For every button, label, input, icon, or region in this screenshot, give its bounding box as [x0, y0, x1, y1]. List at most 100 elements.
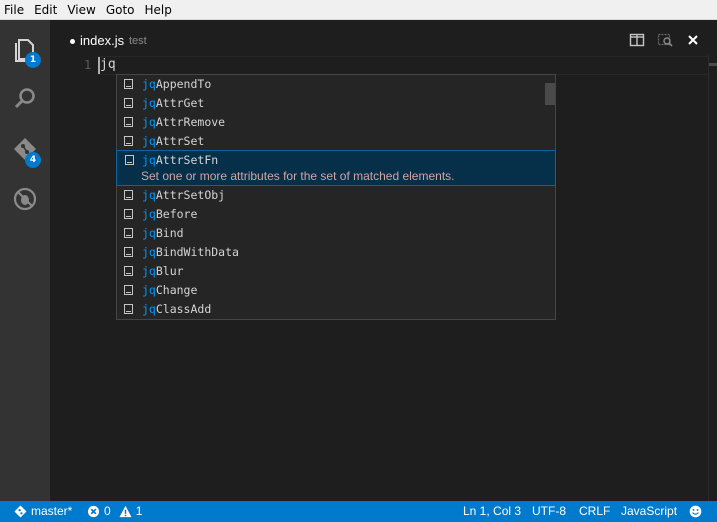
debug-icon: [13, 187, 37, 211]
dirty-indicator: [70, 39, 75, 44]
suggest-item[interactable]: jqAttrSetFn Set one or more attributes fo…: [116, 150, 556, 186]
menu-edit[interactable]: Edit: [29, 0, 62, 20]
code-line[interactable]: jq: [100, 57, 116, 72]
suggest-item-rest: AttrSetObj: [155, 188, 226, 202]
snippet-icon: [124, 98, 133, 108]
menu-view[interactable]: View: [62, 0, 100, 20]
suggest-item-rest: Blur: [155, 264, 184, 278]
status-bar: master* 0 1 Ln 1, Col 3 UTF-8 CRLF JavaS…: [0, 501, 717, 522]
suggest-item-label: jqAttrGet: [142, 96, 204, 110]
suggest-item[interactable]: jqBlur: [117, 262, 555, 281]
open-changes-icon: [657, 33, 673, 47]
suggest-item[interactable]: jqClassAdd: [117, 300, 555, 319]
match-highlight: jq: [142, 134, 156, 148]
menu-bar: File Edit View Goto Help: [0, 0, 717, 20]
suggest-item[interactable]: jqAppendTo: [117, 75, 555, 94]
match-highlight: jq: [142, 96, 156, 110]
overview-ruler-marker: [709, 63, 717, 66]
suggest-item[interactable]: jqBind: [117, 224, 555, 243]
suggest-item-rest: Before: [155, 207, 198, 221]
overview-ruler[interactable]: [708, 55, 709, 501]
git-badge: 4: [25, 152, 41, 168]
suggest-item[interactable]: jqBefore: [117, 205, 555, 224]
current-line-highlight: [98, 56, 708, 75]
close-icon: [688, 35, 698, 45]
open-changes-button[interactable]: [651, 31, 679, 49]
suggest-item[interactable]: jqAttrSetObj: [117, 186, 555, 205]
snippet-icon: [124, 285, 133, 295]
suggest-item-label: jqBefore: [142, 207, 197, 221]
suggest-item-label: jqBind: [142, 226, 184, 240]
tab-filename[interactable]: index.js: [80, 33, 124, 48]
error-icon: [87, 505, 100, 518]
menu-help[interactable]: Help: [140, 0, 177, 20]
suggest-item-documentation: Set one or more attributes for the set o…: [141, 169, 455, 183]
branch-indicator[interactable]: master*: [14, 501, 72, 522]
activity-bar: 1 4: [0, 20, 50, 501]
match-highlight: jq: [142, 77, 156, 91]
suggest-item-label: jqBlur: [142, 264, 184, 278]
suggest-item-rest: AttrSetFn: [155, 153, 219, 167]
branch-name: master*: [31, 504, 73, 518]
snippet-icon: [124, 79, 133, 89]
problems-indicator[interactable]: 0 1: [87, 501, 142, 522]
suggest-item[interactable]: jqAttrSet: [117, 132, 555, 151]
snippet-icon: [124, 136, 133, 146]
suggest-item-rest: AttrSet: [155, 134, 205, 148]
search-icon: [14, 88, 35, 109]
split-editor-icon: [629, 33, 645, 47]
snippet-icon: [124, 117, 133, 127]
snippet-icon: [124, 304, 133, 314]
suggest-item-rest: BindWithData: [155, 245, 239, 259]
suggest-item[interactable]: jqBindWithData: [117, 243, 555, 262]
snippet-icon: [124, 266, 133, 276]
eol-indicator[interactable]: CRLF: [579, 501, 610, 522]
suggest-item-label: jqClassAdd: [142, 302, 211, 316]
split-editor-button[interactable]: [623, 31, 651, 49]
git-branch-icon: [14, 505, 27, 518]
text-cursor: [98, 57, 100, 74]
cursor-position[interactable]: Ln 1, Col 3: [463, 501, 521, 522]
suggest-item-label: jqAppendTo: [142, 77, 211, 91]
suggest-item[interactable]: jqAttrRemove: [117, 113, 555, 132]
search-button[interactable]: [0, 74, 50, 124]
language-indicator[interactable]: JavaScript: [621, 501, 677, 522]
suggest-item-rest: AttrRemove: [155, 115, 226, 129]
editor-title: index.js test: [50, 20, 717, 55]
warning-count: 1: [135, 504, 143, 518]
suggest-item-label: jqAttrSet: [142, 134, 204, 148]
suggest-item[interactable]: jqAttrGet: [117, 94, 555, 113]
suggest-item-rest: AttrGet: [155, 96, 205, 110]
match-highlight: jq: [142, 188, 156, 202]
match-highlight: jq: [142, 207, 156, 221]
snippet-icon: [124, 209, 133, 219]
match-highlight: jq: [142, 302, 156, 316]
match-highlight: jq: [142, 264, 156, 278]
match-highlight: jq: [142, 245, 156, 259]
explorer-badge: 1: [25, 52, 41, 68]
match-highlight: jq: [142, 153, 156, 167]
snippet-icon: [124, 228, 133, 238]
menu-file[interactable]: File: [0, 0, 29, 20]
snippet-icon: [124, 247, 133, 257]
encoding-indicator[interactable]: UTF-8: [532, 501, 566, 522]
close-editor-button[interactable]: [679, 31, 707, 49]
suggest-widget: jqAppendTo jqAttrGet jqAttrRemove jqAttrSet…: [116, 74, 556, 320]
feedback-button[interactable]: [689, 501, 702, 522]
suggest-item-label: jqAttrRemove: [142, 115, 225, 129]
suggest-item-rest: Change: [155, 283, 198, 297]
match-highlight: jq: [142, 226, 156, 240]
explorer-button[interactable]: 1: [0, 24, 50, 74]
tab-description: test: [129, 35, 147, 47]
git-button[interactable]: 4: [0, 124, 50, 174]
suggest-item-rest: AppendTo: [155, 77, 212, 91]
line-number: 1: [84, 58, 92, 72]
menu-goto[interactable]: Goto: [101, 0, 140, 20]
suggest-item-label: jqBindWithData: [142, 245, 239, 259]
snippet-icon: [125, 155, 134, 165]
suggest-item[interactable]: jqChange: [117, 281, 555, 300]
snippet-icon: [124, 190, 133, 200]
debug-button[interactable]: [0, 174, 50, 224]
smiley-icon: [689, 505, 702, 518]
suggest-item-label: jqAttrSetObj: [142, 188, 225, 202]
